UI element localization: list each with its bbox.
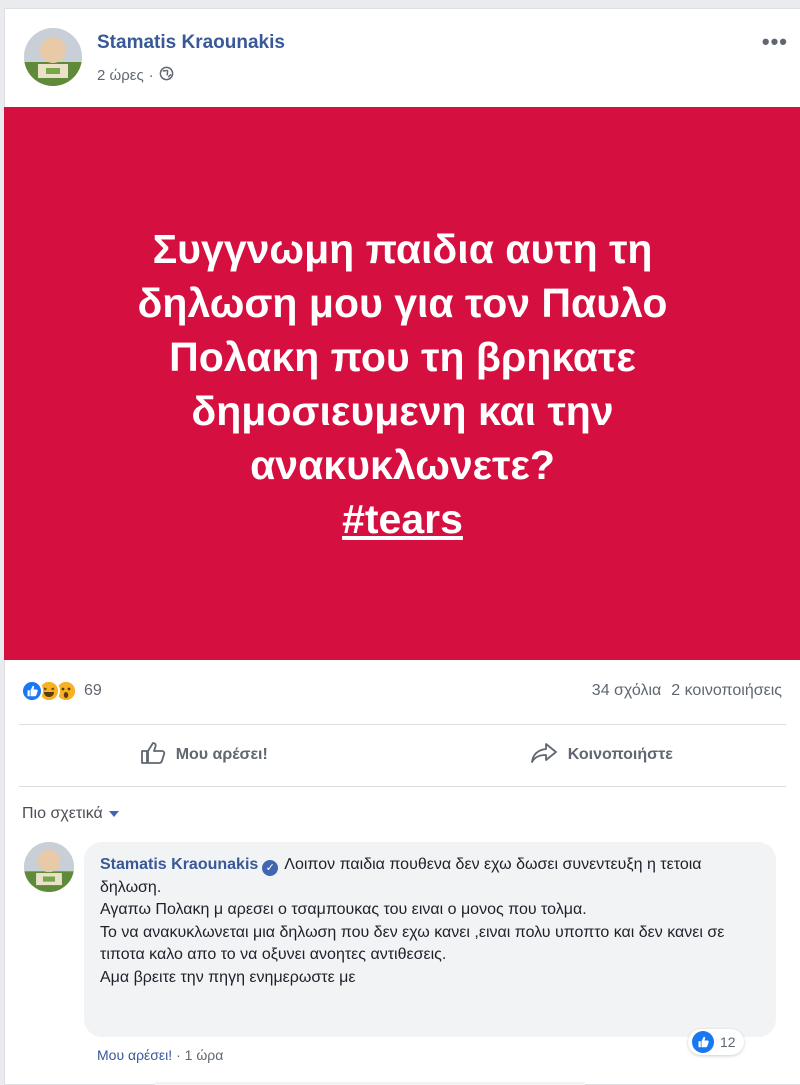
share-button[interactable]: Κοινοποιήστε [403,724,800,786]
comment-reactions[interactable]: 12 [688,1029,744,1055]
globe-icon [159,66,174,85]
share-button-label: Κοινοποιήστε [567,746,673,763]
caret-down-icon [108,805,119,823]
like-icon [140,741,166,770]
banner-text: Συγγνωμη παιδια αυτη τη δηλωση μου για τ… [137,225,668,488]
comment-text: Λοιπον παιδια πουθενα δεν εχω δωσει συνε… [100,856,725,986]
comment-like-link[interactable]: Μου αρέσει! [97,1047,172,1063]
reaction-count: 69 [84,682,102,699]
comment-reaction-count: 12 [720,1034,736,1050]
engagement-counts: 34 σχόλια 2 κοινοποιήσεις [592,682,782,700]
post-meta: 2 ώρες · [97,66,174,85]
shares-count-link[interactable]: 2 κοινοποιήσεις [671,682,782,700]
comment-sort-dropdown[interactable]: Πιο σχετικά [22,805,119,823]
banner-hashtag-link[interactable]: #tears [342,492,463,546]
more-options-icon[interactable]: ••• [762,29,788,55]
comments-count-link[interactable]: 34 σχόλια [592,682,661,700]
post-time[interactable]: 2 ώρες [97,67,144,84]
reactions-summary[interactable]: 69 [21,680,102,702]
comment-actions: Μου αρέσει! · 1 ώρα [97,1047,223,1063]
post-header: Stamatis Kraounakis 2 ώρες · ••• [5,9,800,107]
post-actions: Μου αρέσει! Κοινοποιήστε [5,724,800,786]
author-avatar[interactable] [24,28,82,86]
post-banner: Συγγνωμη παιδια αυτη τη δηλωση μου για τ… [4,107,800,660]
commenter-avatar[interactable] [24,842,74,892]
like-reaction-icon [21,680,43,702]
share-icon [530,742,558,769]
like-reaction-icon [692,1031,714,1053]
verified-icon: ✓ [262,860,279,876]
post-stats: 69 34 σχόλια 2 κοινοποιήσεις [5,660,800,724]
comment-action-separator: · [176,1047,181,1063]
divider [19,786,786,787]
like-button-label: Μου αρέσει! [175,746,268,763]
post-author-name[interactable]: Stamatis Kraounakis [97,32,285,54]
like-button[interactable]: Μου αρέσει! [5,724,403,786]
comment-author-name[interactable]: Stamatis Kraounakis [100,856,258,873]
meta-separator: · [148,67,154,84]
comment-time[interactable]: 1 ώρα [185,1047,224,1063]
comment-bubble: Stamatis Kraounakis ✓ Λοιπον παιδια πουθεν… [84,842,776,1037]
comment-sort-label: Πιο σχετικά [22,805,103,822]
post-card: Stamatis Kraounakis 2 ώρες · ••• Συγγνωμ… [4,8,800,1085]
